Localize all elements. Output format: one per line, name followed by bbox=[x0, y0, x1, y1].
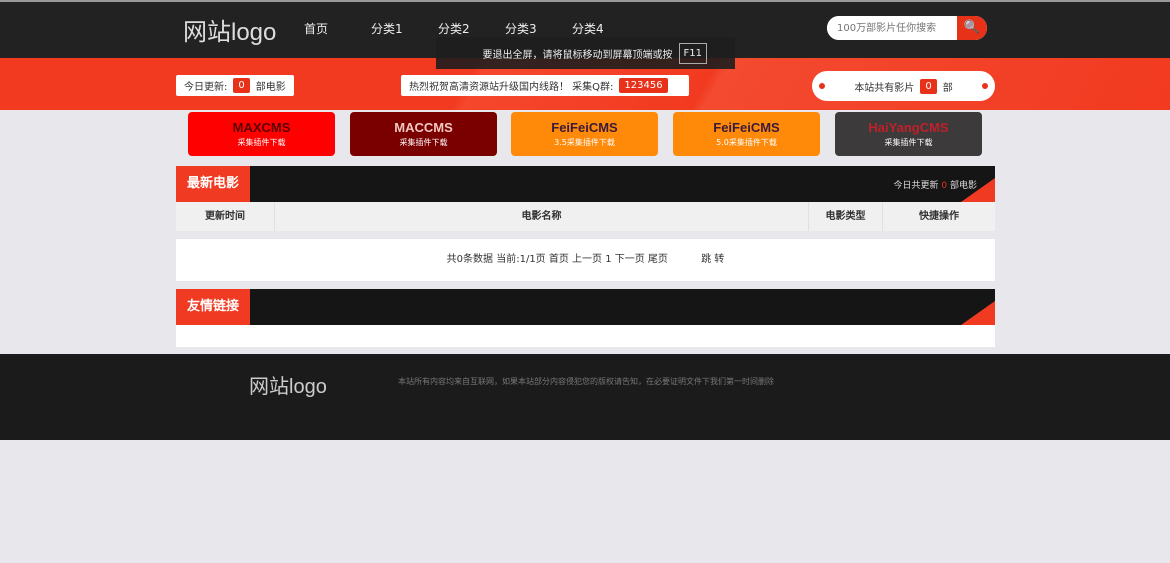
notice-badge: 热烈祝贺高清资源站升级国内线路！ 采集Q群: 123456 bbox=[401, 75, 689, 96]
fullscreen-text: 要退出全屏，请将鼠标移动到屏幕顶端或按 bbox=[482, 49, 673, 61]
total-movies-badge: 本站共有影片 0 部 bbox=[812, 71, 995, 101]
cms-name: MACCMS bbox=[394, 120, 453, 135]
table-header: 更新时间 电影名称 电影类型 快捷操作 bbox=[176, 202, 995, 231]
nav-home[interactable]: 首页 bbox=[304, 20, 371, 37]
cms-subtitle: 采集插件下载 bbox=[237, 138, 286, 147]
section-title: 友情链接 bbox=[176, 289, 250, 325]
cms-plugin-card[interactable]: HaiYangCMS 采集插件下载 bbox=[835, 112, 982, 156]
friend-links-header: 友情链接 bbox=[176, 289, 995, 325]
search-button[interactable]: 🔍 bbox=[957, 16, 987, 40]
cms-name: MAXCMS bbox=[232, 120, 291, 135]
col-movie-type: 电影类型 bbox=[809, 202, 883, 231]
corner-decoration bbox=[961, 301, 995, 325]
total-count: 0 bbox=[920, 78, 937, 94]
cms-plugin-card[interactable]: MACCMS 采集插件下载 bbox=[350, 112, 497, 156]
nav-category-1[interactable]: 分类1 bbox=[371, 20, 438, 37]
friend-links-body bbox=[176, 325, 995, 347]
cms-name: HaiYangCMS bbox=[868, 120, 949, 135]
nav-category-2[interactable]: 分类2 bbox=[438, 20, 505, 37]
jump-button[interactable]: 跳 转 bbox=[701, 254, 724, 265]
total-unit: 部 bbox=[942, 82, 953, 94]
cms-subtitle: 采集插件下载 bbox=[399, 138, 448, 147]
col-movie-name: 电影名称 bbox=[275, 202, 809, 231]
today-unit: 部电影 bbox=[255, 82, 286, 93]
notice-text: 热烈祝贺高清资源站升级国内线路！ 采集Q群: bbox=[409, 82, 614, 93]
total-label: 本站共有影片 bbox=[854, 82, 915, 94]
pager-text[interactable]: 共0条数据 当前:1/1页 首页 上一页 1 下一页 尾页 bbox=[447, 254, 668, 265]
cms-plugin-card[interactable]: FeiFeiCMS 5.0采集插件下载 bbox=[673, 112, 820, 156]
search-icon: 🔍 bbox=[963, 20, 981, 35]
col-update-time: 更新时间 bbox=[176, 202, 275, 231]
pagination: 共0条数据 当前:1/1页 首页 上一页 1 下一页 尾页 跳 转 bbox=[176, 239, 995, 281]
site-logo[interactable]: 网站logo bbox=[183, 12, 276, 47]
summary-prefix: 今日共更新 bbox=[893, 181, 939, 191]
latest-movies-header: 最新电影 今日共更新 0 部电影 bbox=[176, 166, 995, 202]
section-title: 最新电影 bbox=[176, 166, 250, 202]
qq-number: 123456 bbox=[619, 78, 668, 93]
fullscreen-notice: 要退出全屏，请将鼠标移动到屏幕顶端或按 F11 bbox=[436, 37, 735, 69]
corner-decoration bbox=[961, 178, 995, 202]
cms-plugin-card[interactable]: MAXCMS 采集插件下载 bbox=[188, 112, 335, 156]
footer-disclaimer: 本站所有内容均来自互联网，如果本站部分内容侵犯您的版权请告知，在必要证明文件下我… bbox=[398, 377, 774, 386]
cms-name: FeiFeiCMS bbox=[551, 120, 618, 135]
cms-subtitle: 3.5采集插件下载 bbox=[554, 138, 615, 147]
summary-count: 0 bbox=[941, 181, 948, 191]
search-box: 🔍 bbox=[827, 16, 987, 40]
today-update-badge: 今日更新: 0 部电影 bbox=[176, 75, 294, 96]
main-nav: 首页 分类1 分类2 分类3 分类4 bbox=[304, 20, 639, 37]
nav-category-4[interactable]: 分类4 bbox=[572, 20, 639, 37]
dot-icon bbox=[819, 83, 825, 89]
cms-subtitle: 采集插件下载 bbox=[884, 138, 933, 147]
footer-logo: 网站logo bbox=[249, 376, 327, 398]
today-count: 0 bbox=[233, 78, 250, 93]
search-input[interactable] bbox=[827, 16, 957, 40]
col-actions: 快捷操作 bbox=[919, 211, 959, 222]
footer: 网站logo 本站所有内容均来自互联网，如果本站部分内容侵犯您的版权请告知，在必… bbox=[0, 354, 1170, 440]
dot-icon bbox=[982, 83, 988, 89]
cms-plugin-card[interactable]: FeiFeiCMS 3.5采集插件下载 bbox=[511, 112, 658, 156]
f11-key: F11 bbox=[678, 42, 707, 64]
cms-subtitle: 5.0采集插件下载 bbox=[716, 138, 777, 147]
today-label: 今日更新: bbox=[184, 82, 228, 93]
cms-name: FeiFeiCMS bbox=[713, 120, 780, 135]
nav-category-3[interactable]: 分类3 bbox=[505, 20, 572, 37]
